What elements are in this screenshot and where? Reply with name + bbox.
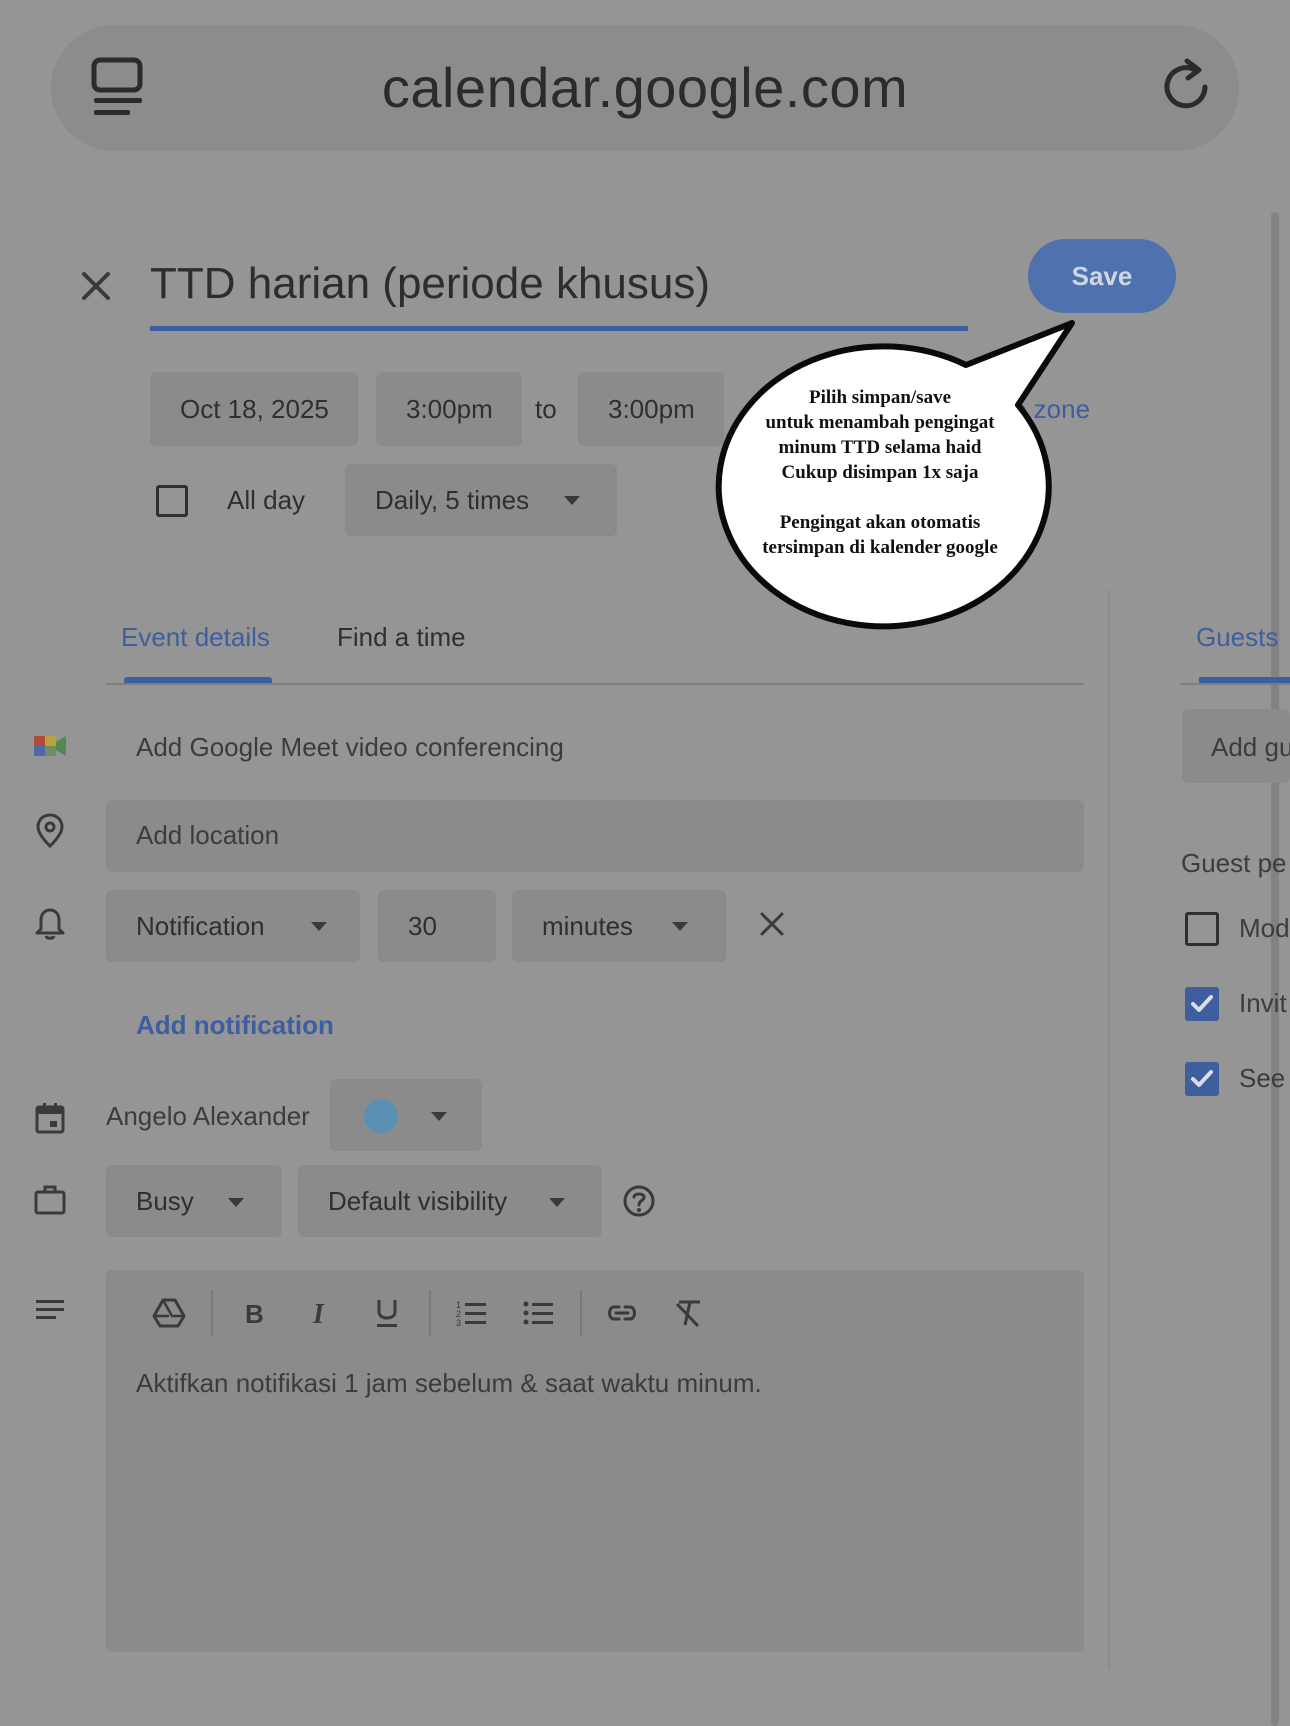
add-notification-link[interactable]: Add notification <box>136 1008 334 1042</box>
tab-event-details[interactable]: Event details <box>121 620 270 654</box>
location-placeholder: Add location <box>136 820 280 850</box>
help-icon[interactable] <box>622 1184 656 1218</box>
all-day-label: All day <box>227 485 306 515</box>
tab-guests[interactable]: Guests <box>1196 620 1278 654</box>
permission-label: Mod <box>1239 913 1290 943</box>
event-color-dropdown[interactable] <box>330 1079 482 1151</box>
event-color-swatch <box>364 1099 398 1133</box>
location-pin-icon <box>36 813 64 848</box>
notification-type-value: Notification <box>136 911 265 941</box>
numbered-list-icon[interactable]: 1 2 3 <box>454 1296 488 1330</box>
chevron-down-icon <box>549 1198 565 1207</box>
availability-dropdown[interactable]: Busy <box>106 1165 282 1237</box>
add-meet-link[interactable]: Add Google Meet video conferencing <box>136 730 564 764</box>
add-guests-placeholder: Add gu <box>1211 732 1290 762</box>
toolbar-separator <box>211 1290 213 1336</box>
google-drive-icon[interactable] <box>152 1296 186 1330</box>
chevron-down-icon <box>672 922 688 931</box>
svg-text:I: I <box>312 1299 325 1330</box>
permission-checkbox-modify[interactable] <box>1185 912 1219 946</box>
reload-icon[interactable] <box>1155 56 1217 118</box>
description-icon <box>36 1300 64 1319</box>
permission-checkbox-see-guests[interactable] <box>1185 1062 1219 1096</box>
guest-permissions-label: Guest pe <box>1181 848 1287 878</box>
tab-divider <box>106 683 1084 685</box>
bulleted-list-icon[interactable] <box>521 1296 555 1330</box>
toolbar-separator <box>429 1290 431 1336</box>
to-label: to <box>535 394 557 424</box>
remove-notification-icon[interactable] <box>758 910 786 938</box>
calendar-owner: Angelo Alexander <box>106 1101 310 1131</box>
toolbar-separator <box>580 1290 582 1336</box>
start-time-field[interactable]: 3:00pm <box>376 372 522 446</box>
guests-divider <box>1180 683 1290 685</box>
briefcase-icon <box>34 1185 66 1215</box>
notification-unit-dropdown[interactable]: minutes <box>512 890 726 962</box>
checkmark-icon <box>1191 995 1213 1012</box>
annotation-text: Pilih simpan/save untuk menambah penging… <box>762 387 998 558</box>
repeat-value: Daily, 5 times <box>375 485 530 515</box>
chevron-down-icon <box>228 1198 244 1207</box>
scrollbar[interactable] <box>1271 212 1279 1726</box>
italic-icon[interactable]: I <box>303 1296 337 1330</box>
notification-amount-input[interactable]: 30 <box>378 890 496 962</box>
bold-icon[interactable]: B <box>236 1296 270 1330</box>
save-button[interactable]: Save <box>1028 239 1176 313</box>
chevron-down-icon <box>564 496 580 505</box>
all-day-checkbox[interactable] <box>156 485 188 517</box>
checkmark-icon <box>1191 1070 1213 1087</box>
google-meet-icon <box>34 736 66 756</box>
visibility-value: Default visibility <box>328 1186 508 1216</box>
svg-text:3: 3 <box>456 1318 461 1328</box>
link-icon[interactable] <box>605 1296 639 1330</box>
chevron-down-icon <box>431 1112 447 1121</box>
description-text[interactable]: Aktifkan notifikasi 1 jam sebelum & saat… <box>136 1366 762 1400</box>
clear-formatting-icon[interactable] <box>672 1296 706 1330</box>
tabs-icon[interactable] <box>90 56 146 120</box>
tab-find-a-time[interactable]: Find a time <box>337 620 466 654</box>
permission-label: See <box>1239 1063 1286 1093</box>
underline-icon[interactable] <box>370 1296 404 1330</box>
notification-unit-value: minutes <box>542 911 634 941</box>
svg-text:B: B <box>245 1299 264 1329</box>
panel-divider <box>1108 590 1110 1670</box>
chevron-down-icon <box>311 922 327 931</box>
permission-label: Invit <box>1239 988 1287 1018</box>
close-icon[interactable] <box>78 268 114 304</box>
availability-value: Busy <box>136 1186 194 1216</box>
url-text[interactable]: calendar.google.com <box>0 25 1290 151</box>
permission-checkbox-invite[interactable] <box>1185 987 1219 1021</box>
bell-icon <box>35 908 65 940</box>
calendar-icon <box>35 1103 65 1134</box>
date-field[interactable]: Oct 18, 2025 <box>150 372 358 446</box>
